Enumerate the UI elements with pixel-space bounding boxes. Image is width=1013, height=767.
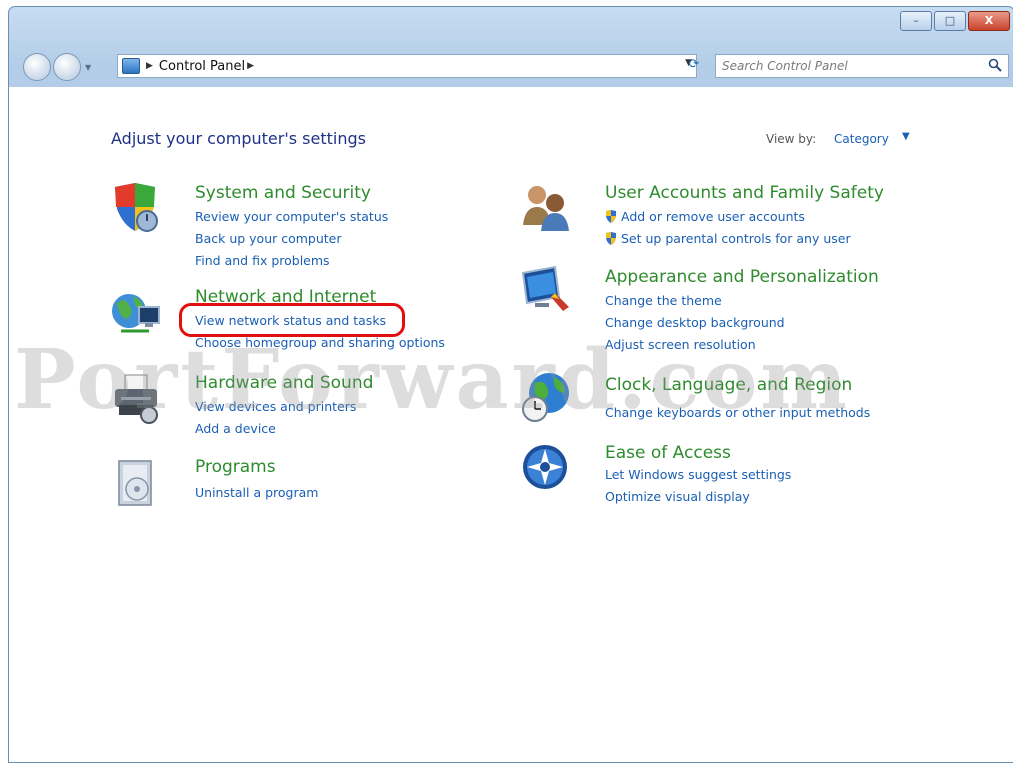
breadcrumb-control-panel[interactable]: Control Panel [159, 59, 245, 74]
search-box [715, 54, 1009, 78]
category-link[interactable]: Review your computer's status [195, 209, 388, 224]
category-title[interactable]: System and Security [195, 183, 371, 203]
nav-buttons: ▼ [23, 53, 91, 81]
recent-pages-dropdown-icon[interactable]: ▼ [85, 63, 91, 72]
uac-shield-icon [606, 232, 616, 245]
category-link-label: Add or remove user accounts [621, 209, 805, 224]
category-title[interactable]: Programs [195, 457, 276, 477]
view-by-arrow-icon[interactable]: ▼ [902, 131, 910, 142]
category-link[interactable]: Set up parental controls for any user [605, 231, 851, 246]
maximize-button[interactable]: □ [934, 11, 966, 31]
programs-icon [118, 460, 152, 506]
control-panel-icon [122, 58, 140, 74]
uac-shield-icon [606, 210, 616, 223]
category-title[interactable]: Ease of Access [605, 443, 731, 463]
minimize-button[interactable]: – [900, 11, 932, 31]
control-panel-window: – □ X ▼ ▶ Control Panel ▶ ▼ ⟳ Adjust you… [8, 6, 1013, 763]
view-by-label: View by: [766, 132, 817, 146]
title-bar: – □ X [9, 7, 1013, 47]
monitor-paint-icon [521, 265, 569, 311]
main-content: Adjust your computer's settings View by:… [9, 87, 1013, 762]
globe-clock-icon [522, 373, 569, 422]
minimize-icon: – [913, 14, 919, 27]
category-link[interactable]: Choose homegroup and sharing options [195, 335, 445, 350]
category-link[interactable]: Change keyboards or other input methods [605, 405, 870, 420]
close-button[interactable]: X [968, 11, 1010, 31]
category-title[interactable]: Clock, Language, and Region [605, 375, 852, 395]
category-link[interactable]: Let Windows suggest settings [605, 467, 791, 482]
window-controls: – □ X [898, 11, 1010, 31]
search-icon[interactable] [988, 58, 1002, 72]
maximize-icon: □ [944, 14, 956, 27]
category-link[interactable]: Optimize visual display [605, 489, 750, 504]
refresh-icon[interactable]: ⟳ [681, 54, 707, 76]
category-link[interactable]: Back up your computer [195, 231, 342, 246]
category-link[interactable]: Find and fix problems [195, 253, 330, 268]
category-link[interactable]: Uninstall a program [195, 485, 318, 500]
search-input[interactable] [720, 55, 974, 77]
page-title: Adjust your computer's settings [111, 129, 366, 148]
breadcrumb-arrow-icon[interactable]: ▶ [247, 61, 254, 71]
category-link[interactable]: Add a device [195, 421, 276, 436]
category-link-label: Set up parental controls for any user [621, 231, 851, 246]
category-title[interactable]: Hardware and Sound [195, 373, 373, 393]
navigation-toolbar: ▼ ▶ Control Panel ▶ ▼ ⟳ [9, 47, 1013, 85]
highlight-annotation [179, 303, 405, 337]
view-by-dropdown[interactable]: Category [834, 132, 889, 146]
printer-icon [115, 374, 158, 424]
category-link[interactable]: Change the theme [605, 293, 722, 308]
breadcrumb-arrow-icon[interactable]: ▶ [146, 61, 153, 71]
network-globe-icon [112, 294, 160, 333]
shield-icon [115, 183, 158, 232]
category-title[interactable]: User Accounts and Family Safety [605, 183, 884, 203]
close-icon: X [984, 14, 994, 27]
category-link[interactable]: Adjust screen resolution [605, 337, 756, 352]
category-link[interactable]: Add or remove user accounts [605, 209, 805, 224]
category-link[interactable]: Change desktop background [605, 315, 785, 330]
category-title[interactable]: Appearance and Personalization [605, 267, 879, 287]
users-icon [523, 186, 569, 231]
forward-button[interactable] [53, 53, 81, 81]
back-button[interactable] [23, 53, 51, 81]
address-bar[interactable]: ▶ Control Panel ▶ ▼ [117, 54, 697, 78]
ease-of-access-icon [523, 445, 567, 489]
category-link[interactable]: View devices and printers [195, 399, 356, 414]
